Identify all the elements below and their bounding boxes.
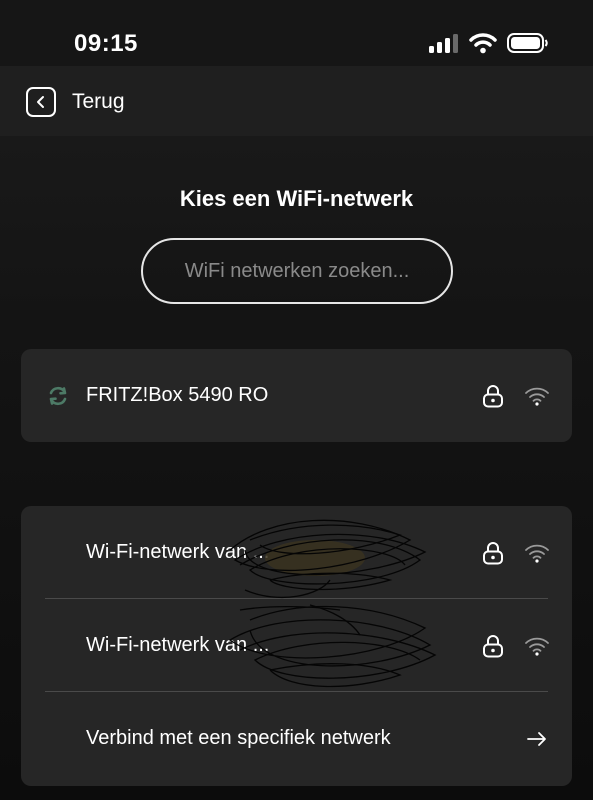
back-button[interactable]: Terug <box>26 86 125 118</box>
back-icon <box>26 87 56 117</box>
search-input[interactable] <box>141 238 453 304</box>
lock-icon <box>483 384 503 407</box>
network-name: Wi-Fi-netwerk van ... <box>86 541 270 563</box>
wifi-signal-icon <box>525 544 549 563</box>
lock-icon <box>483 634 503 657</box>
specific-network-row[interactable]: Verbind met een specifiek netwerk <box>21 692 572 785</box>
page-title: Kies een WiFi-netwerk <box>179 186 414 211</box>
network-row[interactable]: Wi-Fi-netwerk van ... <box>21 506 572 599</box>
battery-icon <box>507 33 548 53</box>
refresh-icon <box>49 386 67 405</box>
status-bar: 09:15 <box>0 0 593 66</box>
network-row[interactable]: Wi-Fi-netwerk van ... <box>21 599 572 692</box>
arrow-right-icon <box>527 731 546 746</box>
status-time: 09:15 <box>74 30 138 57</box>
status-icons <box>429 32 549 54</box>
specific-network-label: Verbind met een specifiek netwerk <box>86 727 391 749</box>
cellular-signal-icon <box>429 34 458 53</box>
lock-icon <box>483 541 503 564</box>
available-networks-card: Wi-Fi-netwerk van ... Wi-Fi-netwerk van … <box>21 506 572 786</box>
nav-bar: Terug <box>0 66 593 136</box>
wifi-signal-icon <box>525 387 549 406</box>
network-name: FRITZ!Box 5490 RO <box>86 384 269 406</box>
network-row-connected[interactable]: FRITZ!Box 5490 RO <box>21 349 572 442</box>
wifi-signal-icon <box>525 637 549 656</box>
network-name: Wi-Fi-netwerk van ... <box>86 634 270 656</box>
connected-network-card: FRITZ!Box 5490 RO <box>21 349 572 442</box>
wifi-status-icon <box>469 33 497 54</box>
back-label: Terug <box>72 90 125 113</box>
